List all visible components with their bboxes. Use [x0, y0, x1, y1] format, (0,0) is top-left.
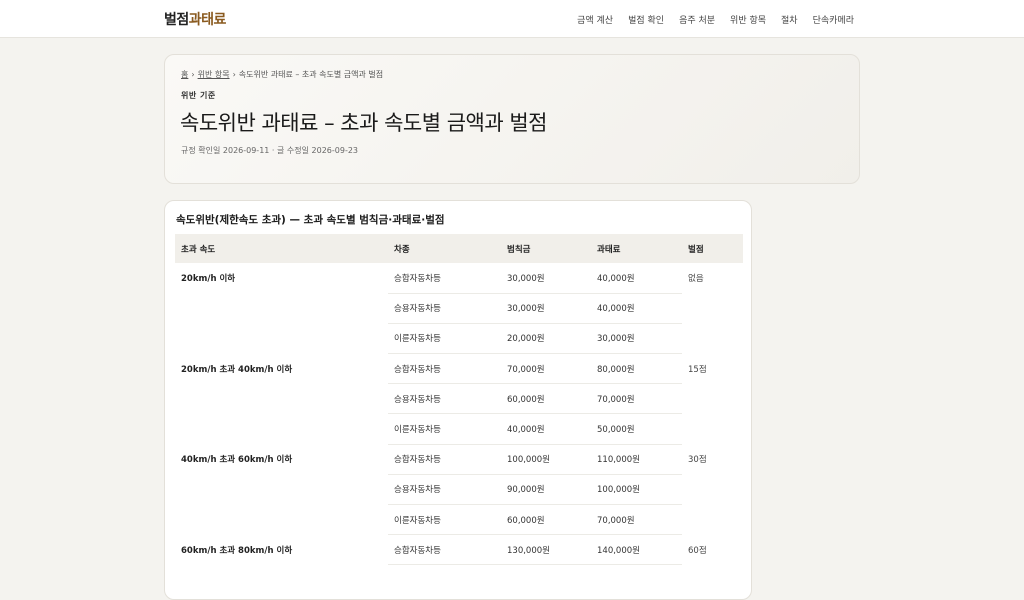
category-eyebrow: 위반 기준: [181, 91, 216, 100]
table-row: 20km/h 초과 40km/h 이하 승합자동차등 70,000원 80,00…: [175, 353, 743, 385]
points-cell: 15점: [688, 364, 707, 375]
penalty-cell: 110,000원: [591, 444, 682, 475]
nav-item-amount-calc[interactable]: 금액 계산: [577, 13, 613, 26]
fine-cell: 30,000원: [501, 263, 591, 294]
vehicle-type-cell: 이륜자동차등: [388, 323, 501, 355]
table-row: 60km/h 초과 80km/h 이하 승합자동차등 130,000원 140,…: [175, 534, 743, 566]
column-header-speed: 초과 속도: [181, 244, 216, 255]
vehicle-type-cell: 승합자동차등: [388, 353, 501, 385]
logo-main-text: 벌점: [164, 12, 189, 28]
fine-cell: 60,000원: [501, 504, 591, 536]
vehicle-type-cell: 승용자동차등: [388, 474, 501, 506]
penalty-cell: 70,000원: [591, 504, 682, 536]
nav-item-speed-cameras[interactable]: 단속카메라: [813, 13, 854, 26]
table-row: 40km/h 초과 60km/h 이하 승합자동차등 100,000원 110,…: [175, 444, 743, 475]
fine-cell: 100,000원: [501, 444, 591, 475]
fine-cell: 40,000원: [501, 413, 591, 445]
column-header-fine: 범칙금: [507, 244, 531, 255]
column-header-points: 벌점: [688, 244, 704, 255]
vehicle-type-cell: 승합자동차등: [388, 263, 501, 294]
penalty-cell: 140,000원: [591, 534, 682, 566]
vehicle-type-cell: 승용자동차등: [388, 293, 501, 324]
page-title: 속도위반 과태료 – 초과 속도별 금액과 벌점: [180, 111, 548, 135]
main-nav: 금액 계산 벌점 확인 음주 처분 위반 항목 절차 단속카메라: [577, 13, 854, 26]
breadcrumb: 홈 › 위반 항목 › 속도위반 과태료 – 초과 속도별 금액과 벌점: [181, 69, 383, 80]
fine-cell: 30,000원: [501, 293, 591, 324]
logo-accent-text: 과태료: [188, 12, 227, 28]
speed-range-cell: 60km/h 초과 80km/h 이하: [181, 545, 293, 556]
fine-cell: 130,000원: [501, 534, 591, 566]
vehicle-type-cell: 이륜자동차등: [388, 413, 501, 445]
nav-item-procedure[interactable]: 절차: [781, 13, 798, 26]
fine-cell: 70,000원: [501, 353, 591, 385]
table-header-row: 초과 속도 차종 범칙금 과태료 벌점: [175, 234, 743, 263]
points-cell: 60점: [688, 545, 707, 556]
penalty-cell: 30,000원: [591, 323, 682, 355]
speed-range-cell: 20km/h 초과 40km/h 이하: [181, 364, 293, 375]
nav-item-points-check[interactable]: 벌점 확인: [628, 13, 664, 26]
breadcrumb-violations-link[interactable]: 위반 항목: [198, 70, 230, 79]
column-header-vehicle: 차종: [394, 244, 410, 255]
vehicle-type-cell: 이륜자동차등: [388, 504, 501, 536]
breadcrumb-current: 속도위반 과태료 – 초과 속도별 금액과 벌점: [238, 70, 384, 79]
speed-range-cell: 40km/h 초과 60km/h 이하: [181, 455, 293, 466]
table-row: 20km/h 이하 승합자동차등 30,000원 40,000원 없음: [175, 263, 743, 294]
penalty-cell: 80,000원: [591, 353, 682, 385]
penalty-cell: 50,000원: [591, 413, 682, 445]
breadcrumb-home-link[interactable]: 홈: [181, 70, 188, 79]
nav-item-dui-penalty[interactable]: 음주 처분: [679, 13, 715, 26]
vehicle-type-cell: 승합자동차등: [388, 534, 501, 566]
speeding-fine-table: 초과 속도 차종 범칙금 과태료 벌점 20km/h 이하 승합자동차등 30,…: [175, 234, 743, 566]
penalty-cell: 40,000원: [591, 293, 682, 324]
vehicle-type-cell: 승용자동차등: [388, 383, 501, 415]
top-navigation-bar: 벌점과태료 금액 계산 벌점 확인 음주 처분 위반 항목 절차 단속카메라: [0, 0, 1024, 38]
penalty-cell: 100,000원: [591, 474, 682, 506]
article-meta-dates: 규정 확인일 2026-09-11 · 글 수정일 2026-09-23: [181, 146, 359, 155]
column-header-penalty: 과태료: [597, 244, 621, 255]
fine-cell: 20,000원: [501, 323, 591, 355]
fine-cell: 90,000원: [501, 474, 591, 506]
breadcrumb-separator: ›: [232, 70, 236, 79]
fine-cell: 60,000원: [501, 383, 591, 415]
breadcrumb-separator: ›: [191, 70, 195, 79]
nav-item-violations[interactable]: 위반 항목: [730, 13, 766, 26]
points-cell: 30점: [688, 455, 707, 466]
site-logo[interactable]: 벌점과태료: [164, 9, 226, 29]
vehicle-type-cell: 승합자동차등: [388, 444, 501, 475]
speed-range-cell: 20km/h 이하: [181, 274, 236, 284]
table-caption: 속도위반(제한속도 초과) — 초과 속도별 범칙금·과태료·벌점: [176, 214, 445, 226]
points-cell: 없음: [688, 274, 704, 284]
penalty-cell: 40,000원: [591, 263, 682, 294]
article-hero: 홈 › 위반 항목 › 속도위반 과태료 – 초과 속도별 금액과 벌점 위반 기준 속…: [164, 54, 860, 184]
penalty-cell: 70,000원: [591, 383, 682, 415]
fine-table-card: 속도위반(제한속도 초과) — 초과 속도별 범칙금·과태료·벌점 초과 속도 …: [164, 200, 752, 600]
